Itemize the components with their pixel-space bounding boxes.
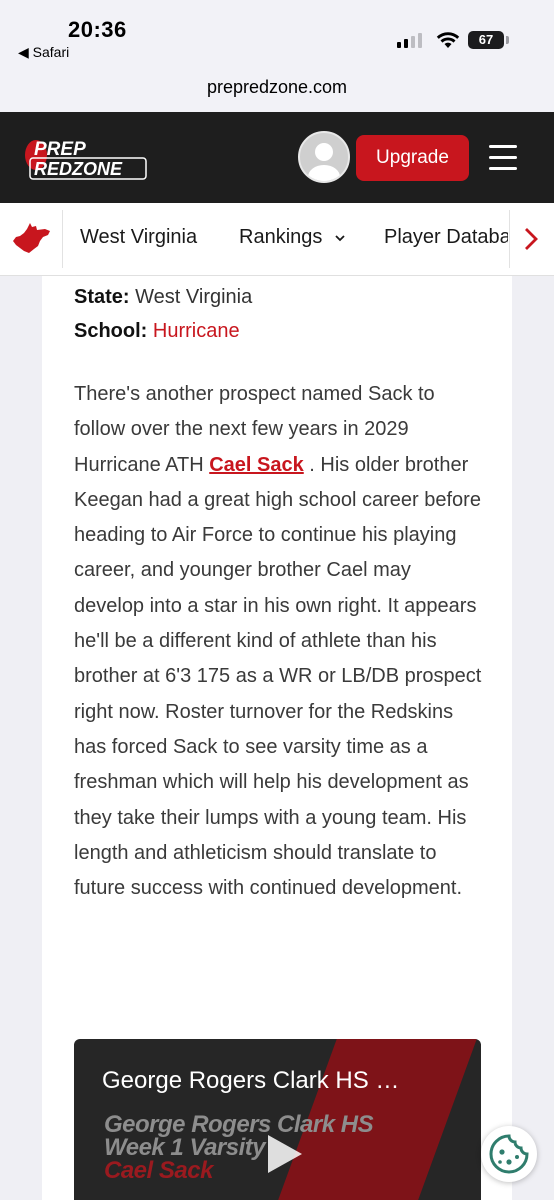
state-value: West Virginia [135,286,253,308]
video-thumbnail-text: George Rogers Clark HS Week 1 Varsity Ca… [104,1111,374,1184]
svg-text:PREP: PREP [34,139,86,160]
nav-item-rankings-label: Rankings [239,226,323,248]
prep-redzone-logo[interactable]: PREP REDZONE [22,135,150,181]
hamburger-menu-icon[interactable] [489,145,517,171]
school-row: School: Hurricane [74,320,240,343]
article-body: There's another prospect named Sack to f… [74,377,484,906]
chevron-right-icon[interactable] [521,226,541,252]
nav-item-rankings[interactable]: Rankings [239,226,346,249]
play-icon[interactable] [260,1131,306,1177]
address-bar[interactable]: prepredzone.com [0,70,554,112]
school-link[interactable]: Hurricane [153,320,240,342]
user-silhouette-icon [308,143,340,181]
thumb-line-1: George Rogers Clark HS [104,1111,374,1138]
status-time: 20:36 [68,17,127,42]
thumb-line-3: Cael Sack [104,1157,213,1184]
school-label: School: [74,320,148,342]
battery-indicator: 67 [468,31,504,49]
upgrade-button[interactable]: Upgrade [356,135,469,181]
battery-tip [506,36,509,44]
wifi-icon [436,32,460,48]
article-text-after: . His older brother Keegan had a great h… [74,453,482,900]
west-virginia-state-icon[interactable] [10,221,52,255]
video-embed[interactable]: George Rogers Clark HS Week 1 Varsity Ca… [74,1039,481,1200]
cookie-settings-button[interactable] [481,1126,537,1182]
player-link-cael-sack[interactable]: Cael Sack [209,454,304,476]
state-label: State: [74,286,130,308]
signal-icon [397,33,422,48]
nav-item-west-virginia[interactable]: West Virginia [80,226,197,249]
video-title[interactable]: George Rogers Clark HS … [102,1067,399,1095]
thumb-line-2: Week 1 Varsity [104,1134,266,1161]
user-avatar[interactable] [298,131,350,183]
back-to-safari-link[interactable]: ◀ Safari [18,44,69,61]
cookie-icon [489,1134,529,1174]
svg-text:REDZONE: REDZONE [34,159,123,179]
chevron-down-icon [335,235,345,241]
nav-divider [509,210,510,268]
nav-divider [62,210,63,268]
nav-item-player-database[interactable]: Player Database [384,226,508,249]
state-row: State: West Virginia [74,286,252,309]
